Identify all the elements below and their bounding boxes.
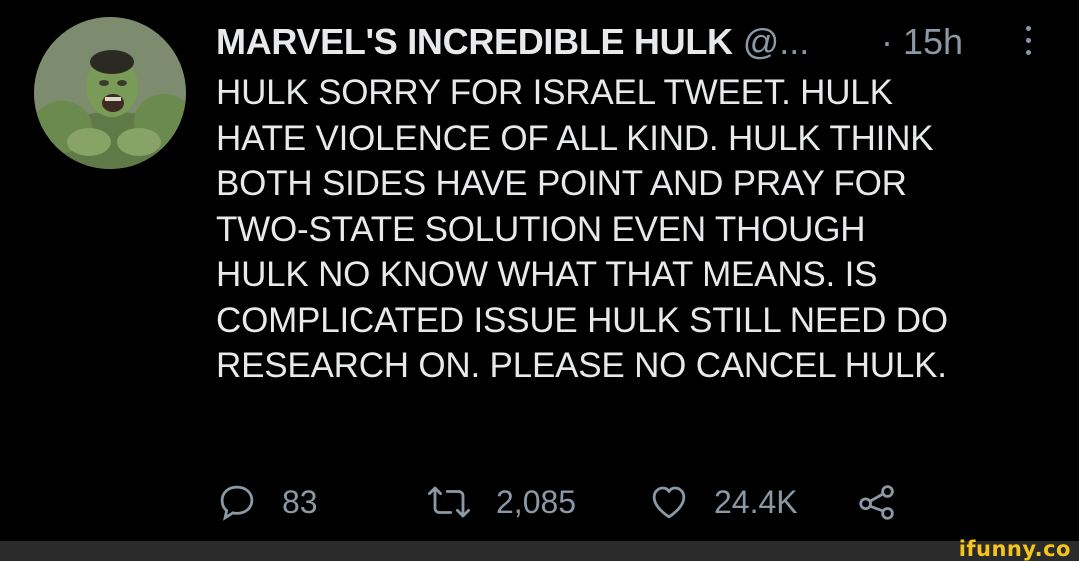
- avatar[interactable]: [34, 17, 186, 169]
- tweet-actions: 83 2,085 24.4K: [216, 476, 976, 528]
- like-count: 24.4K: [714, 483, 798, 520]
- like-button[interactable]: 24.4K: [648, 476, 798, 528]
- tweet-text: HULK SORRY FOR ISRAEL TWEET. HULK HATE V…: [216, 73, 948, 385]
- more-vertical-icon[interactable]: [1023, 26, 1033, 62]
- heart-icon: [648, 481, 690, 523]
- retweet-count: 2,085: [496, 483, 577, 520]
- reply-icon: [216, 481, 258, 523]
- tweet-header: MARVEL'S INCREDIBLE HULK @... · 15h: [216, 14, 1039, 70]
- footer-bar: [0, 541, 1079, 561]
- tweet-card: MARVEL'S INCREDIBLE HULK @... · 15h HULK …: [0, 0, 1079, 541]
- reply-count: 83: [282, 483, 318, 520]
- reply-button[interactable]: 83: [216, 476, 318, 528]
- user-handle[interactable]: @...: [743, 21, 810, 62]
- share-button[interactable]: [856, 476, 898, 528]
- retweet-icon: [426, 481, 472, 523]
- hulk-avatar-image: [34, 17, 186, 169]
- timestamp[interactable]: · 15h: [881, 14, 963, 70]
- retweet-button[interactable]: 2,085: [426, 476, 576, 528]
- ifunny-watermark: ifunny.co: [958, 537, 1071, 561]
- display-name[interactable]: MARVEL'S INCREDIBLE HULK: [216, 21, 733, 62]
- share-icon: [856, 481, 898, 523]
